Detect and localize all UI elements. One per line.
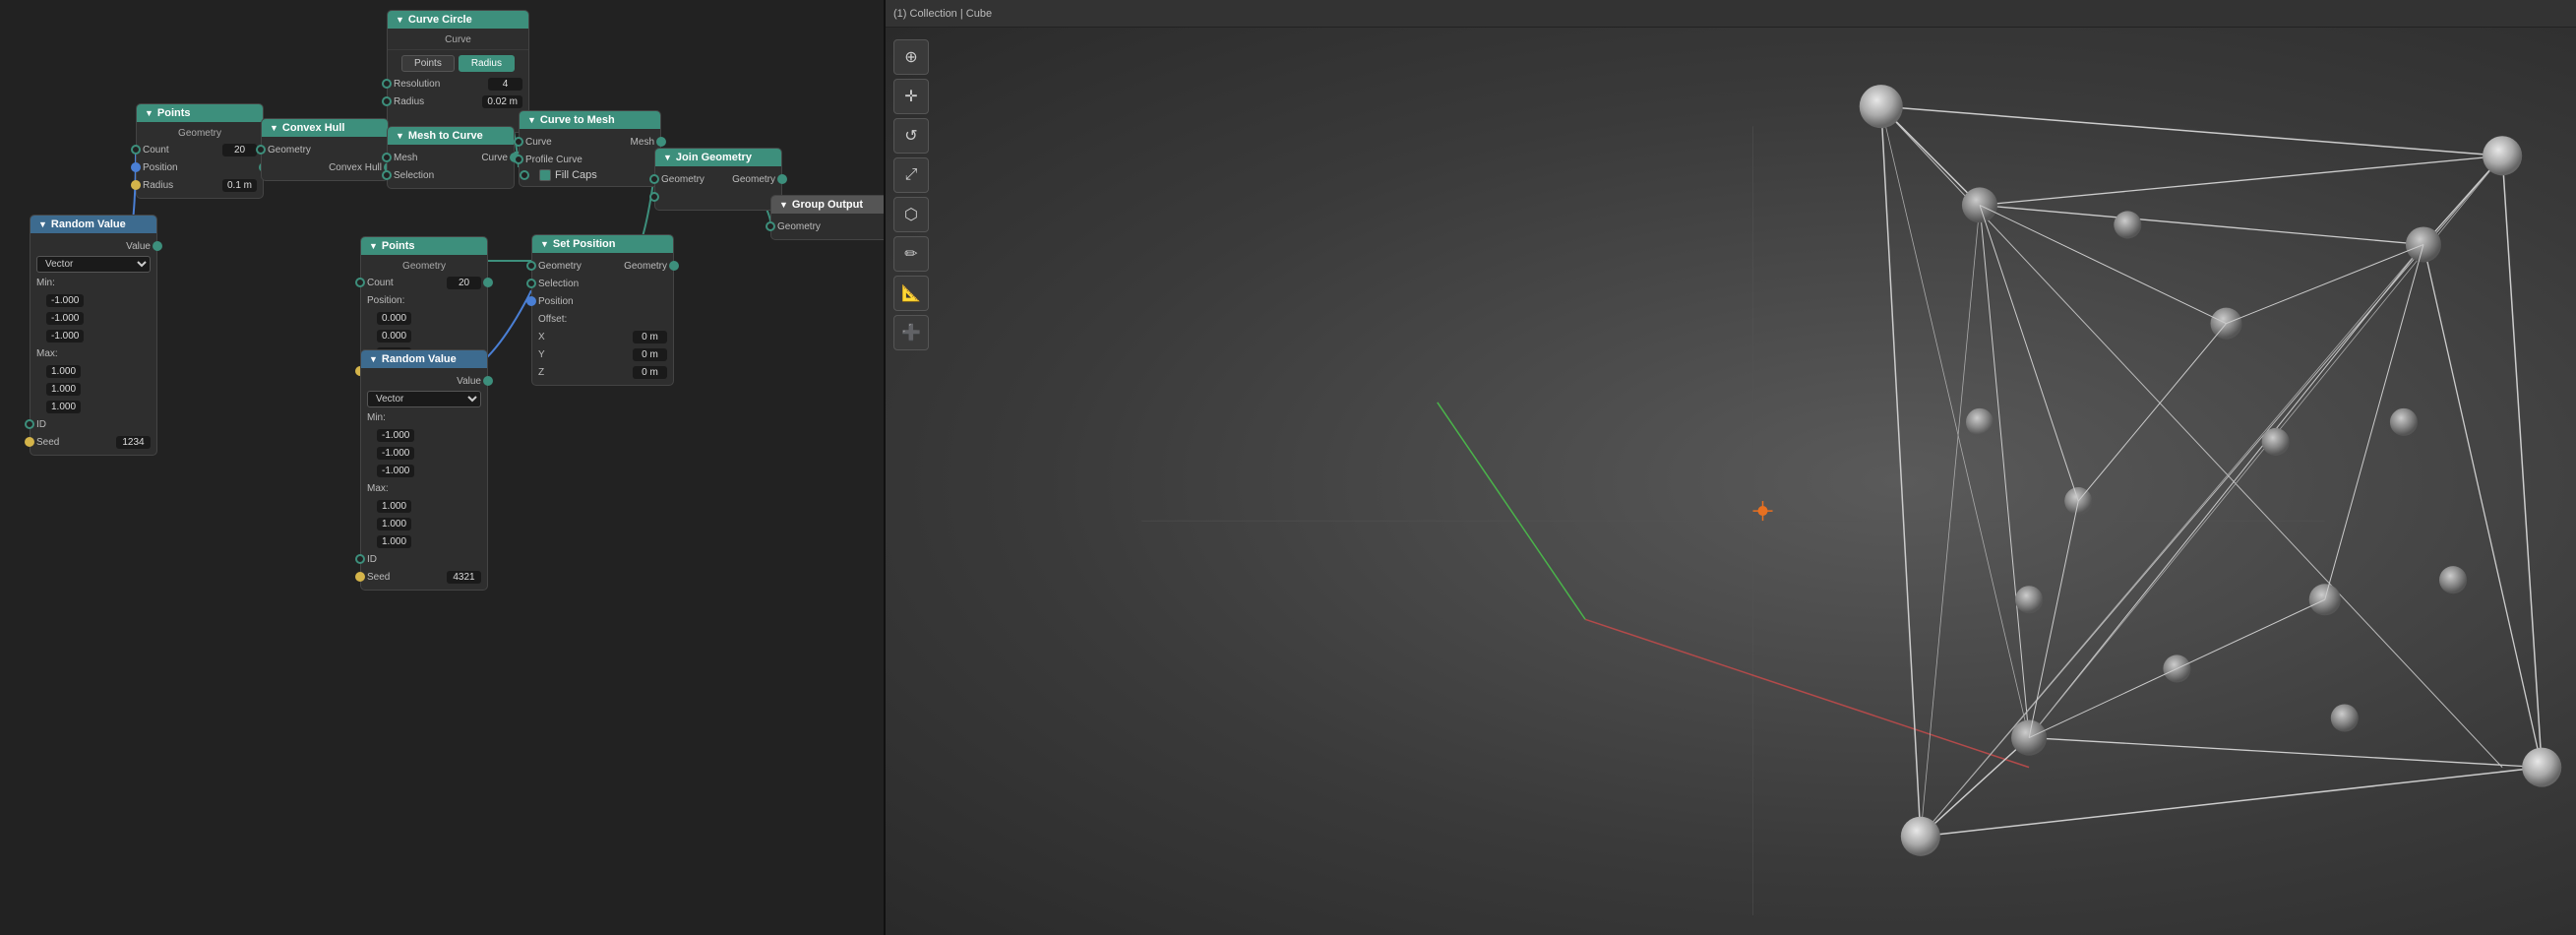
- go-geo-in: [766, 221, 775, 231]
- jg-out: [777, 174, 787, 184]
- wire-s6: [1980, 205, 2078, 501]
- random-value2-node: ▼ Random Value Value Vector Float Intege…: [360, 349, 488, 591]
- radius1-socket: [131, 180, 141, 190]
- position1-socket: [131, 162, 141, 172]
- axis-x: [1585, 619, 2029, 767]
- count2-socket: [355, 278, 365, 287]
- wire17: [1921, 244, 2423, 836]
- sphere-16: [2439, 566, 2467, 593]
- radius-socket-left: [382, 96, 392, 106]
- points2-header: ▼ Points: [361, 237, 487, 255]
- ctm-out: [656, 137, 666, 147]
- ch-geo-in: [256, 145, 266, 155]
- select-tool[interactable]: ⊕: [893, 39, 929, 75]
- scale-tool[interactable]: ⤢: [893, 157, 929, 193]
- rv1-out: [153, 241, 162, 251]
- sphere-14: [2390, 408, 2418, 436]
- join-geometry-header: ▼ Join Geometry: [655, 149, 781, 166]
- curve-circle-node: ▼ Curve Circle Curve Points Radius Resol…: [387, 10, 529, 133]
- rv2-out: [483, 376, 493, 386]
- join-geometry-node: ▼ Join Geometry Geometry Geometry: [654, 148, 782, 211]
- rv1-seed-socket: [25, 437, 34, 447]
- wire14: [1881, 106, 2029, 737]
- sphere-vertex-2: [2483, 136, 2522, 175]
- curve-circle-header: ▼ Curve Circle: [388, 11, 528, 29]
- points1-node: ▼ Points Geometry Count 20 Position Radi…: [136, 103, 264, 199]
- sp-geo-in: [526, 261, 536, 271]
- wire6: [1980, 205, 2029, 737]
- ctm-profile-in: [514, 155, 523, 164]
- sphere-vertex-5: [1962, 187, 1997, 222]
- fill-caps-checkbox[interactable]: [539, 169, 551, 181]
- rv2-type-dropdown[interactable]: Vector Float Integer Boolean: [367, 391, 481, 407]
- random-value1-node: ▼ Random Value Value Vector Float Intege…: [30, 215, 157, 456]
- transform-tool[interactable]: ⬡: [893, 197, 929, 232]
- random-value1-header: ▼ Random Value: [31, 216, 156, 233]
- scene-svg: [940, 28, 2576, 935]
- set-position-node: ▼ Set Position Geometry Geometry Selecti…: [531, 234, 674, 386]
- wire-s3: [2078, 324, 2226, 501]
- wire-s7: [2029, 501, 2078, 738]
- annotate-tool[interactable]: ✏: [893, 236, 929, 272]
- ctm-fillcaps-socket: [520, 170, 529, 180]
- sphere-12: [1966, 408, 1993, 436]
- rv2-seed-socket: [355, 572, 365, 582]
- side-toolbar: ⊕ ✛ ↺ ⤢ ⬡ ✏ 📐 ➕: [893, 39, 929, 350]
- measure-tool[interactable]: 📐: [893, 276, 929, 311]
- convex-hull-node: ▼ Convex Hull Geometry Convex Hull: [261, 118, 389, 181]
- wire11: [2029, 738, 2542, 768]
- group-output-node: ▼ Group Output Geometry: [770, 195, 886, 240]
- wire-s1: [1980, 205, 2227, 323]
- sphere-vertex-4: [1901, 817, 1940, 856]
- random-value2-header: ▼ Random Value: [361, 350, 487, 368]
- ctm-curve-in: [514, 137, 523, 147]
- resolution-socket-left: [382, 79, 392, 89]
- rv1-id-in: [25, 419, 34, 429]
- wire13: [1921, 738, 2029, 837]
- wire3: [1980, 205, 2423, 244]
- sphere-15: [2114, 211, 2141, 238]
- mesh-to-curve-header: ▼ Mesh to Curve: [388, 127, 514, 145]
- viewport-toolbar: (1) Collection | Cube: [886, 0, 2576, 28]
- jg-geo-in2: [649, 192, 659, 202]
- node-editor: ▼ Curve Circle Curve Points Radius Resol…: [0, 0, 886, 935]
- sphere-vertex-1: [1860, 85, 1903, 128]
- breadcrumb: (1) Collection | Cube: [893, 8, 992, 20]
- sphere-13: [2262, 428, 2290, 456]
- mtc-sel-in: [382, 170, 392, 180]
- count1-socket: [131, 145, 141, 155]
- wire-s5: [2029, 599, 2325, 737]
- convex-hull-header: ▼ Convex Hull: [262, 119, 388, 137]
- curve-to-mesh-node: ▼ Curve to Mesh Curve Mesh Profile Curve…: [519, 110, 661, 187]
- sp-sel-in: [526, 279, 536, 288]
- move-tool[interactable]: ✛: [893, 79, 929, 114]
- curve-to-mesh-header: ▼ Curve to Mesh: [520, 111, 660, 129]
- wire8: [2423, 244, 2542, 767]
- add-tool[interactable]: ➕: [893, 315, 929, 350]
- p2-out: [483, 278, 493, 287]
- mtc-mesh-in: [382, 153, 392, 162]
- rotate-tool[interactable]: ↺: [893, 118, 929, 154]
- wire-s2: [2227, 244, 2423, 323]
- group-output-header: ▼ Group Output: [771, 196, 886, 214]
- set-position-header: ▼ Set Position: [532, 235, 673, 253]
- viewport: (1) Collection | Cube ⊕ ✛ ↺ ⤢ ⬡ ✏ 📐 ➕: [886, 0, 2576, 935]
- points1-header: ▼ Points: [137, 104, 263, 122]
- sphere-vertex-3: [2522, 748, 2561, 787]
- rv2-id-in: [355, 554, 365, 564]
- mesh-to-curve-node: ▼ Mesh to Curve Mesh Curve Selection: [387, 126, 515, 189]
- sphere-18: [2331, 704, 2359, 731]
- sp-out: [669, 261, 679, 271]
- radius-tab[interactable]: Radius: [459, 55, 515, 72]
- jg-geo-in: [649, 174, 659, 184]
- rv1-type-dropdown[interactable]: Vector Float Integer Boolean: [36, 256, 151, 273]
- axis-y: [1438, 403, 1585, 619]
- sphere-17: [2015, 586, 2043, 613]
- points-tab[interactable]: Points: [401, 55, 455, 72]
- sp-pos-in: [526, 296, 536, 306]
- wire4: [1980, 156, 2502, 205]
